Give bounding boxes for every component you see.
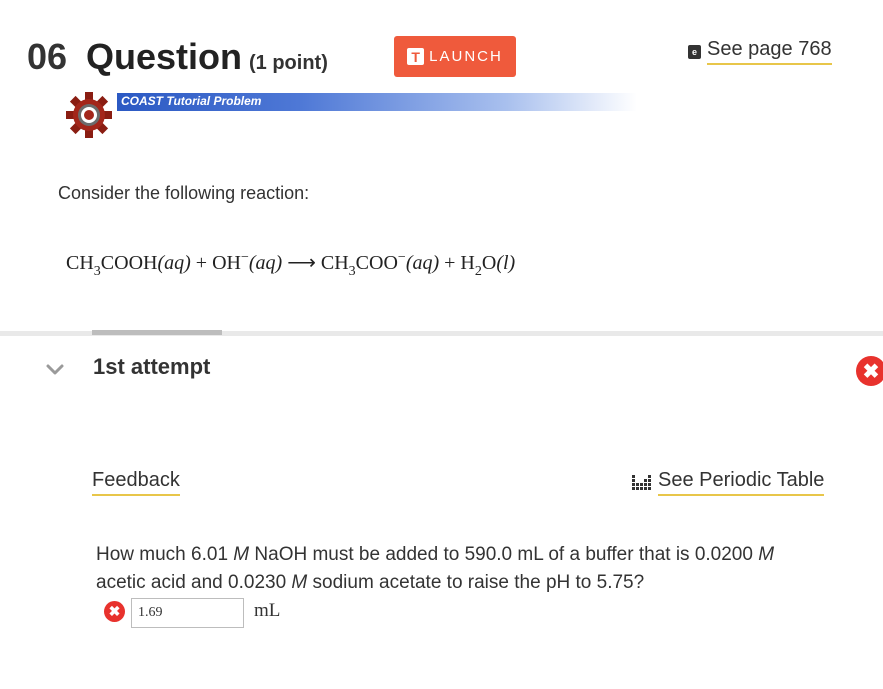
tutorial-banner-label: COAST Tutorial Problem	[121, 94, 262, 108]
reactant-2: OH−(aq)	[212, 250, 283, 274]
reaction-arrow: ⟶	[287, 252, 316, 274]
question-points: (1 point)	[249, 52, 328, 74]
x-circle-icon: ✖	[856, 356, 883, 386]
question-text: How much 6.01 M NaOH must be added to 59…	[96, 544, 775, 593]
launch-label: LAUNCH	[429, 48, 503, 65]
attempt-tab-indicator	[92, 330, 222, 335]
see-page-label: See page 768	[707, 38, 832, 65]
gear-icon	[66, 92, 112, 138]
chevron-down-icon[interactable]	[44, 358, 66, 380]
question-number: 06	[27, 36, 68, 77]
attempt-heading: 1st attempt	[93, 354, 211, 379]
product-1: CH3COO−(aq)	[320, 250, 440, 279]
question-title: Question	[86, 36, 243, 77]
periodic-table-icon	[632, 474, 651, 490]
launch-button[interactable]: T LAUNCH	[394, 36, 516, 77]
reactant-1: CH3COOH(aq)	[66, 252, 191, 279]
periodic-table-link[interactable]: See Periodic Table	[632, 469, 825, 496]
launch-icon: T	[407, 48, 425, 65]
chemical-equation: CH3COOH(aq) + OH−(aq) ⟶ CH3COO−(aq) + H2…	[66, 250, 515, 280]
feedback-link[interactable]: Feedback	[92, 469, 180, 496]
plus-sign: +	[444, 252, 456, 274]
answer-unit: mL	[254, 600, 281, 621]
book-icon: e	[688, 44, 701, 59]
incorrect-icon: ✖	[104, 601, 125, 622]
prompt-text: Consider the following reaction:	[58, 183, 310, 203]
answer-input[interactable]	[131, 598, 244, 628]
periodic-table-label: See Periodic Table	[658, 469, 825, 496]
see-page-link[interactable]: e See page 768	[688, 38, 832, 65]
product-2: H2O(l)	[460, 252, 516, 279]
plus-sign: +	[195, 252, 208, 274]
